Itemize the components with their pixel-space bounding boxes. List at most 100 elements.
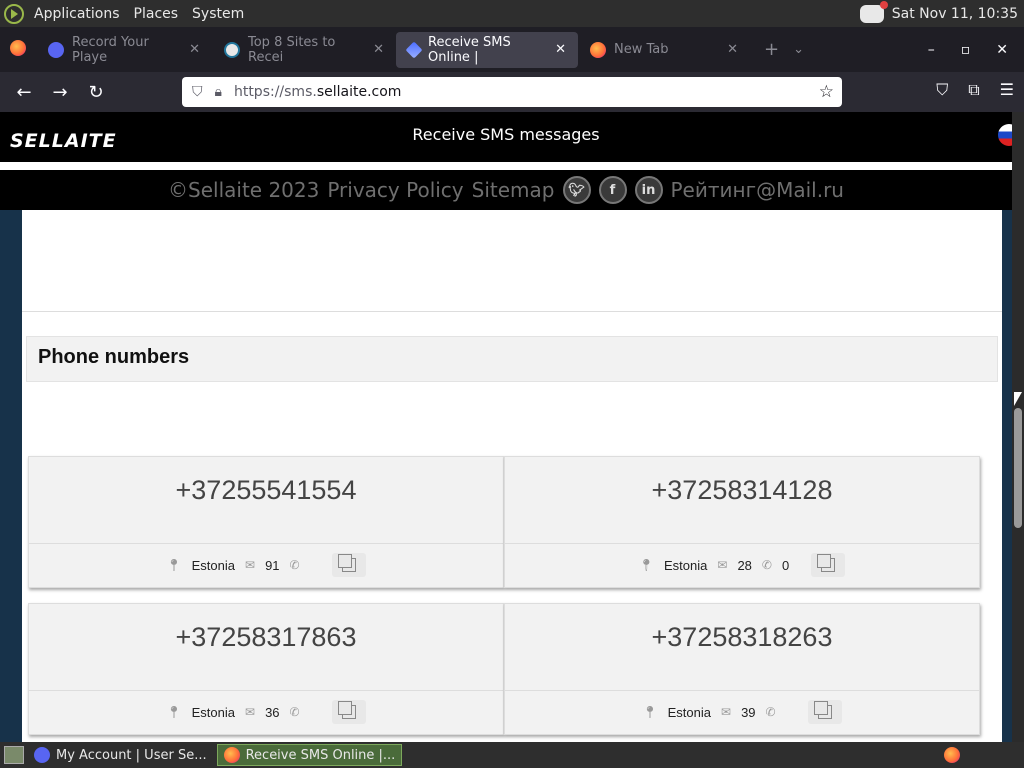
copy-icon <box>337 701 356 719</box>
close-tab-icon[interactable]: ✕ <box>555 42 566 57</box>
phone-number[interactable]: +37258318263 <box>505 622 979 653</box>
facebook-icon[interactable]: f <box>598 176 627 204</box>
tab-new-tab[interactable]: New Tab ✕ <box>578 32 750 68</box>
menu-icon[interactable]: ☰ <box>1000 80 1014 100</box>
country-label: Estonia <box>191 557 235 573</box>
footer-bar: ©Sellaite 2023 Privacy Policy Sitemap 🐦︎… <box>0 170 1012 210</box>
wordpress-icon <box>224 41 240 58</box>
site-header: SELLAITE Receive SMS messages <box>0 112 1020 162</box>
close-tab-icon[interactable]: ✕ <box>189 42 200 57</box>
envelope-icon: ✉ <box>245 705 256 719</box>
applications-menu[interactable]: Applications <box>30 6 124 22</box>
linkedin-icon[interactable]: in <box>634 176 663 204</box>
country-label: Estonia <box>667 704 711 720</box>
page-viewport: SELLAITE Receive SMS messages ©Sellaite … <box>0 112 1024 742</box>
close-tab-icon[interactable]: ✕ <box>373 42 384 57</box>
taskbar-item-receive-sms[interactable]: Receive SMS Online |... <box>216 744 403 766</box>
phone-number[interactable]: +37258317863 <box>29 622 503 653</box>
copy-button[interactable] <box>331 700 366 724</box>
copy-button[interactable] <box>811 553 846 577</box>
scrollbar-thumb[interactable] <box>1014 408 1022 528</box>
forward-icon[interactable]: → <box>42 82 78 103</box>
firefox-icon <box>590 41 606 58</box>
phone-number-card[interactable]: +37258314128 📍︎ Estonia ✉ 28 ✆ 0 <box>504 456 980 588</box>
phone-number-card[interactable]: +37255541554 📍︎ Estonia ✉ 91 ✆ <box>28 456 504 588</box>
phone-number-card[interactable]: +37258318263 📍︎ Estonia ✉ 39 ✆ <box>504 603 980 735</box>
tab-bar: Record Your Playe ✕ Top 8 Sites to Recei… <box>0 27 1024 72</box>
sellaite-icon <box>405 41 423 58</box>
phone-icon: ✆ <box>761 558 772 572</box>
lock-icon[interactable]: 🔒︎ <box>215 84 222 100</box>
new-tab-button[interactable]: + <box>750 39 793 60</box>
divider <box>0 162 1012 170</box>
rating-link[interactable]: Рейтинг@Mail.ru <box>671 178 844 202</box>
phone-icon: ✆ <box>765 705 776 719</box>
envelope-icon: ✉ <box>245 558 256 572</box>
envelope-icon: ✉ <box>717 558 728 572</box>
url-bar[interactable]: ⛉ 🔒︎ https://sms.sellaite.com ☆ <box>182 77 842 107</box>
message-count: 39 <box>741 704 756 720</box>
number-meta: 📍︎ Estonia ✉ 28 ✆ 0 <box>505 553 979 577</box>
tab-label: Top 8 Sites to Recei <box>248 34 336 65</box>
taskbar-item-label: Receive SMS Online |... <box>245 747 396 763</box>
discord-tray-icon[interactable] <box>859 0 888 23</box>
minimize-icon[interactable]: – <box>928 42 935 58</box>
close-tab-icon[interactable]: ✕ <box>727 42 738 57</box>
tab-top-8-sites[interactable]: Top 8 Sites to Recei ✕ <box>212 32 396 68</box>
phone-number-card[interactable]: +37258317863 📍︎ Estonia ✉ 36 ✆ <box>28 603 504 735</box>
system-panel: Applications Places System Sat Nov 11, 1… <box>0 0 1024 27</box>
url-text[interactable]: https://sms.sellaite.com <box>234 84 401 100</box>
tab-label: Receive SMS Online | <box>428 34 511 65</box>
maximize-icon[interactable]: ▫ <box>961 42 971 58</box>
message-count: 36 <box>265 704 280 720</box>
discord-icon <box>34 747 50 763</box>
distro-logo-icon[interactable] <box>4 3 24 24</box>
extensions-icon[interactable]: ⧉ <box>968 80 979 100</box>
scrollbar[interactable] <box>1012 112 1024 742</box>
navigation-bar: ← → ↻ ⛉ 🔒︎ https://sms.sellaite.com ☆ ⛉ … <box>0 72 1024 112</box>
number-meta: 📍︎ Estonia ✉ 39 ✆ <box>505 700 979 724</box>
copy-icon <box>817 554 836 572</box>
section-header: Phone numbers <box>26 336 998 382</box>
envelope-icon: ✉ <box>721 705 732 719</box>
copyright-text: ©Sellaite 2023 <box>168 178 320 202</box>
location-pin-icon: 📍︎ <box>166 558 182 572</box>
back-icon[interactable]: ← <box>6 82 42 103</box>
list-all-tabs-icon[interactable]: ⌄ <box>793 42 804 57</box>
phone-icon: ✆ <box>289 705 300 719</box>
tab-record-your-player[interactable]: Record Your Playe ✕ <box>36 32 212 68</box>
divider <box>22 311 1002 312</box>
taskbar-item-my-account[interactable]: My Account | User Se... <box>28 744 213 766</box>
discord-icon <box>48 41 64 58</box>
phone-number[interactable]: +37258314128 <box>505 475 979 506</box>
pocket-icon[interactable]: ⛉ <box>936 80 948 100</box>
system-menu[interactable]: System <box>188 6 248 22</box>
tab-receive-sms-online[interactable]: Receive SMS Online | ✕ <box>396 31 578 68</box>
sitemap-link[interactable]: Sitemap <box>472 178 555 202</box>
shield-icon[interactable]: ⛉ <box>192 84 203 100</box>
location-pin-icon: 📍︎ <box>638 558 655 572</box>
twitter-icon[interactable]: 🐦︎ <box>562 176 591 204</box>
reload-icon[interactable]: ↻ <box>78 82 114 103</box>
firefox-launcher-icon[interactable] <box>944 747 960 763</box>
places-menu[interactable]: Places <box>130 6 183 22</box>
clock[interactable]: Sat Nov 11, 10:35 <box>892 6 1018 22</box>
taskbar: My Account | User Se... Receive SMS Onli… <box>0 742 1024 768</box>
mouse-cursor-icon <box>1014 392 1022 406</box>
divider <box>505 543 979 544</box>
firefox-view-button[interactable] <box>0 39 36 60</box>
copy-button[interactable] <box>331 553 366 577</box>
number-meta: 📍︎ Estonia ✉ 91 ✆ <box>29 553 503 577</box>
main-content: Phone numbers +37255541554 📍︎ Estonia ✉ 91… <box>22 210 1002 742</box>
section-title: Phone numbers <box>38 346 190 368</box>
privacy-policy-link[interactable]: Privacy Policy <box>327 178 463 202</box>
tab-label: New Tab <box>614 42 669 57</box>
divider <box>29 690 503 691</box>
show-desktop-icon[interactable] <box>4 746 24 764</box>
bookmark-star-icon[interactable]: ☆ <box>819 82 834 102</box>
close-window-icon[interactable]: ✕ <box>996 42 1008 58</box>
divider <box>29 543 503 544</box>
url-domain: sellaite.com <box>316 84 402 100</box>
copy-button[interactable] <box>807 700 842 724</box>
phone-number[interactable]: +37255541554 <box>29 475 503 506</box>
